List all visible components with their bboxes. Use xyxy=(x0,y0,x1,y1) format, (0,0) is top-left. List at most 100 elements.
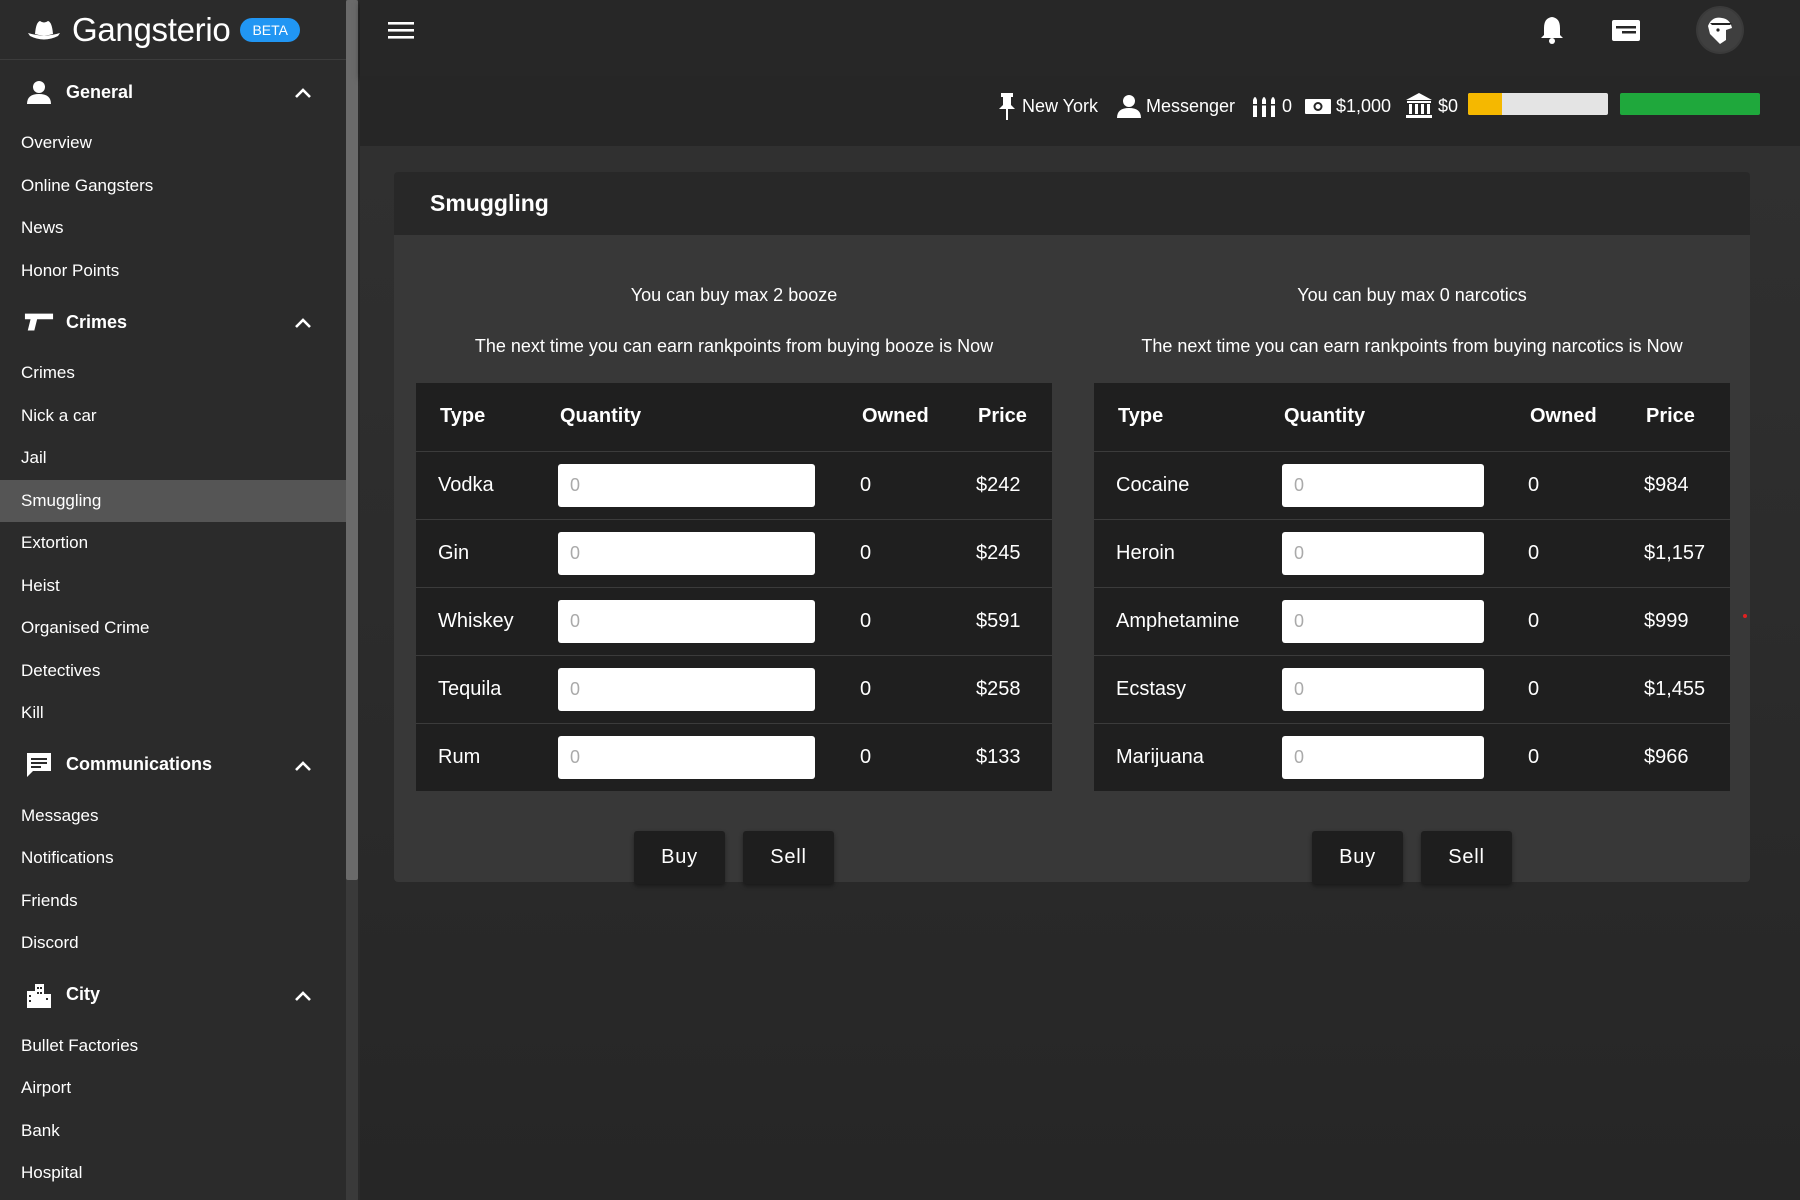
section-communications[interactable]: Communications xyxy=(0,735,346,795)
sidebar-item-online-gangsters[interactable]: Online Gangsters xyxy=(0,165,346,208)
item-owned: 0 xyxy=(1506,450,1622,519)
section-general[interactable]: General xyxy=(0,62,346,122)
avatar[interactable] xyxy=(1696,6,1744,54)
item-owned: 0 xyxy=(1506,722,1622,791)
cash-icon xyxy=(1305,99,1331,114)
sidebar-scrollbar[interactable] xyxy=(346,0,358,1200)
quantity-input[interactable] xyxy=(1282,463,1484,507)
item-owned: 0 xyxy=(838,518,954,587)
card-icon[interactable] xyxy=(1610,14,1642,46)
status-cash[interactable]: $1,000 xyxy=(1304,91,1391,121)
sidebar-item-smuggling[interactable]: Smuggling xyxy=(0,479,346,522)
fedora-hat-icon xyxy=(28,20,60,39)
status-bullets[interactable]: 0 xyxy=(1250,91,1292,121)
logo[interactable]: Gangsterio BETA xyxy=(0,0,346,60)
sidebar-item-detectives[interactable]: Detectives xyxy=(0,650,346,693)
sidebar-item-airport[interactable]: Airport xyxy=(0,1067,346,1110)
item-type: Heroin xyxy=(1094,518,1260,587)
item-type: Vodka xyxy=(416,450,536,519)
table-row: Cocaine 0 $984 xyxy=(1094,450,1730,519)
beta-badge: BETA xyxy=(240,17,300,42)
sidebar-item-bank[interactable]: Bank xyxy=(0,1110,346,1153)
table-row: Heroin 0 $1,157 xyxy=(1094,518,1730,587)
chevron-up-icon[interactable] xyxy=(292,312,314,334)
item-owned: 0 xyxy=(1506,654,1622,723)
item-owned: 0 xyxy=(838,586,954,655)
cash-amount: $1,000 xyxy=(1336,95,1392,116)
buy-booze-button[interactable]: Buy xyxy=(634,831,725,884)
sidebar-item-overview[interactable]: Overview xyxy=(0,122,346,165)
quantity-input[interactable] xyxy=(558,531,815,575)
sidebar-item-messages[interactable]: Messages xyxy=(0,795,346,838)
item-type: Whiskey xyxy=(416,586,536,655)
person-icon xyxy=(24,77,54,107)
bank-amount: $0 xyxy=(1438,95,1459,116)
item-owned: 0 xyxy=(1506,586,1622,655)
chevron-up-icon[interactable] xyxy=(292,755,314,777)
sidebar-item-jail[interactable]: Jail xyxy=(0,437,346,480)
sidebar-item-bullet-factories[interactable]: Bullet Factories xyxy=(0,1025,346,1068)
bullets-icon xyxy=(1252,97,1276,117)
item-price: $999 xyxy=(1622,586,1730,655)
bank-icon xyxy=(1406,93,1432,118)
gun-icon xyxy=(24,307,54,337)
quantity-input[interactable] xyxy=(558,463,815,507)
quantity-input[interactable] xyxy=(558,599,815,643)
sidebar-item-friends[interactable]: Friends xyxy=(0,880,346,923)
quantity-input[interactable] xyxy=(558,667,815,711)
buy-narcotics-button[interactable]: Buy xyxy=(1312,831,1403,884)
rank-progress-bar xyxy=(1468,93,1608,115)
chevron-up-icon[interactable] xyxy=(292,985,314,1007)
sidebar-item-news[interactable]: News xyxy=(0,207,346,250)
sidebar: Gangsterio BETA General Overview Online … xyxy=(0,0,346,1200)
table-row: Gin 0 $245 xyxy=(416,518,1052,587)
gangster-avatar-icon xyxy=(1698,8,1742,52)
sidebar-item-organised-crime[interactable]: Organised Crime xyxy=(0,607,346,650)
item-price: $966 xyxy=(1622,722,1730,791)
sidebar-item-discord[interactable]: Discord xyxy=(0,922,346,965)
sidebar-item-hospital[interactable]: Hospital xyxy=(0,1152,346,1195)
hamburger-menu-icon[interactable] xyxy=(386,18,416,42)
bullets-count: 0 xyxy=(1282,95,1293,116)
status-rank[interactable]: Messenger xyxy=(1116,91,1235,121)
health-fill xyxy=(1620,93,1760,115)
status-city[interactable]: New York xyxy=(996,91,1098,121)
item-owned: 0 xyxy=(838,450,954,519)
quantity-input[interactable] xyxy=(1282,735,1484,779)
item-price: $1,455 xyxy=(1622,654,1730,723)
table-row: Whiskey 0 $591 xyxy=(416,586,1052,655)
chevron-up-icon[interactable] xyxy=(292,82,314,104)
sidebar-item-kill[interactable]: Kill xyxy=(0,692,346,735)
sidebar-item-nick-a-car[interactable]: Nick a car xyxy=(0,395,346,438)
narcotics-actions: Buy Sell xyxy=(1312,831,1512,884)
sidebar-item-heist[interactable]: Heist xyxy=(0,565,346,608)
table-row: Tequila 0 $258 xyxy=(416,654,1052,723)
narcotics-market: You can buy max 0 narcotics The next tim… xyxy=(1094,235,1730,884)
section-title: General xyxy=(66,81,134,102)
section-crimes[interactable]: Crimes xyxy=(0,292,346,352)
booze-table: Type Quantity Owned Price Vodka 0 $242 G… xyxy=(416,383,1052,791)
rank-progress-fill xyxy=(1468,93,1502,115)
section-city[interactable]: City xyxy=(0,965,346,1025)
item-owned: 0 xyxy=(838,654,954,723)
bell-icon[interactable] xyxy=(1536,14,1568,46)
col-header-quantity: Quantity xyxy=(560,405,642,428)
item-type: Amphetamine xyxy=(1094,586,1260,655)
sidebar-item-crimes[interactable]: Crimes xyxy=(0,352,346,395)
sidebar-item-notifications[interactable]: Notifications xyxy=(0,837,346,880)
quantity-input[interactable] xyxy=(558,735,815,779)
quantity-input[interactable] xyxy=(1282,667,1484,711)
sidebar-item-extortion[interactable]: Extortion xyxy=(0,522,346,565)
sidebar-item-honor-points[interactable]: Honor Points xyxy=(0,250,346,293)
booze-next-info: The next time you can earn rankpoints fr… xyxy=(474,336,994,356)
quantity-input[interactable] xyxy=(1282,599,1484,643)
sell-booze-button[interactable]: Sell xyxy=(743,831,834,884)
status-bank[interactable]: $0 xyxy=(1404,91,1458,121)
table-row: Ecstasy 0 $1,455 xyxy=(1094,654,1730,723)
item-price: $245 xyxy=(954,518,1052,587)
scrollbar-thumb[interactable] xyxy=(346,0,358,880)
item-price: $984 xyxy=(1622,450,1730,519)
quantity-input[interactable] xyxy=(1282,531,1484,575)
table-row: Rum 0 $133 xyxy=(416,722,1052,791)
sell-narcotics-button[interactable]: Sell xyxy=(1421,831,1512,884)
